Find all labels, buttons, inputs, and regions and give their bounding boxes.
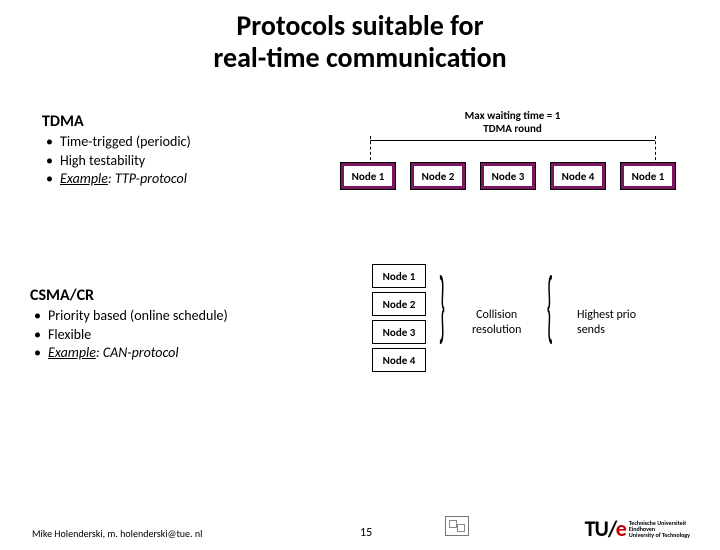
footer-note: Mike Holenderski, m. holenderski@tue. nl [32,527,202,540]
tdma-node: Node 3 [480,162,536,190]
csma-nodes: Node 1 Node 2 Node 3 Node 4 [372,264,702,372]
tdma-item: Example: TTP-protocol [46,170,191,188]
csma-item: Priority based (online schedule) [34,307,228,325]
csma-node: Node 1 [372,264,426,288]
tdma-section: TDMA Time-trigged (periodic) High testab… [42,112,191,188]
tdma-node: Node 2 [410,162,466,190]
csma-section: CSMA/CR Priority based (online schedule)… [30,286,228,362]
csma-node: Node 3 [372,320,426,344]
collision-label: Collisionresolution [472,308,521,337]
tdma-nodes: Node 1 Node 2 Node 3 Node 4 Node 1 [340,162,676,190]
tdma-node: Node 1 [620,162,676,190]
tue-logo: TU/e Technische Universiteit Eindhoven U… [585,515,690,542]
tdma-item: Time-trigged (periodic) [46,133,191,151]
crest-icon [445,516,475,542]
round-span [370,140,655,141]
tdma-figure: Max waiting time = 1TDMA round Node 1 No… [330,110,695,200]
csma-item: Flexible [34,326,228,344]
page-number: 15 [360,526,372,540]
bracket-open-icon: { [547,258,553,356]
csma-node: Node 4 [372,348,426,372]
csma-bullets: Priority based (online schedule) Flexibl… [34,307,228,362]
tdma-bullets: Time-trigged (periodic) High testability… [46,133,191,188]
tdma-round-label: Max waiting time = 1TDMA round [465,110,561,135]
tdma-node: Node 1 [340,162,396,190]
prio-label: Highest priosends [577,308,636,337]
csma-node: Node 2 [372,292,426,316]
tdma-node: Node 4 [550,162,606,190]
tdma-item: High testability [46,152,191,170]
slide-title: Protocols suitable forreal-time communic… [0,10,720,74]
tdma-heading: TDMA [42,112,191,131]
csma-item: Example: CAN-protocol [34,344,228,362]
csma-heading: CSMA/CR [30,286,228,305]
bracket-close-icon: } [439,258,445,356]
csma-figure: Node 1 Node 2 Node 3 Node 4 } Collisionr… [372,260,702,376]
